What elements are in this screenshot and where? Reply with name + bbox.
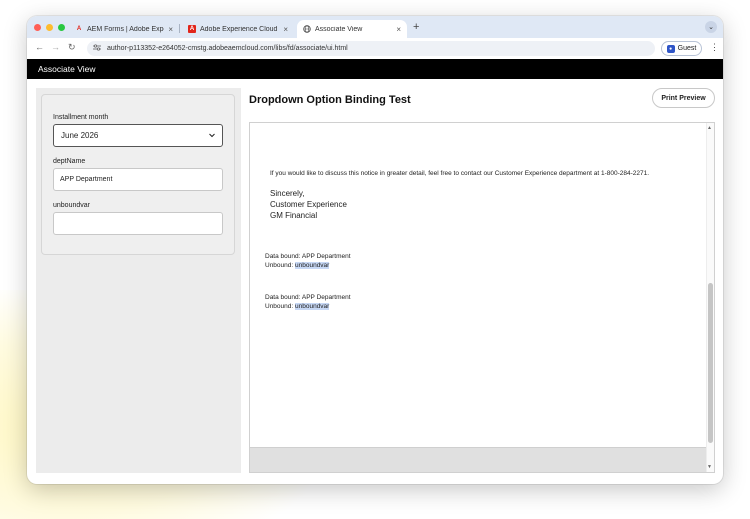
close-tab-icon[interactable]: × [396,25,401,34]
tab-title: Associate View [315,25,363,33]
unboundvar-input[interactable] [53,212,223,235]
close-tab-icon[interactable]: × [283,25,288,34]
data-bound-line-2: Data bound: APP Department [265,294,351,301]
document-title: Dropdown Option Binding Test [249,94,411,106]
contact-paragraph: If you would like to discuss this notice… [270,170,650,177]
close-tab-icon[interactable]: × [168,25,173,34]
signer-department: Customer Experience [270,200,347,209]
tab-title: AEM Forms | Adobe Experien [87,25,164,33]
unbound-value: unboundvar [295,303,330,310]
site-info-icon[interactable] [93,44,101,53]
tab-associate-view[interactable]: Associate View × [297,20,407,38]
data-bound-value: APP Department [301,253,351,260]
unbound-line-2: Unbound: unboundvar [265,303,330,310]
preview-scrollbar-thumb[interactable] [708,283,713,443]
tab-search-button[interactable]: ⌄ [705,21,717,33]
tab-separator [179,24,180,33]
unbound-prefix: Unbound: [265,303,295,310]
minimize-window-button[interactable] [46,24,53,31]
tab-adobe-experience-cloud[interactable]: A Adobe Experience Cloud × [182,20,294,38]
dept-name-input[interactable]: APP Department [53,168,223,191]
data-bound-prefix: Data bound: [265,253,302,260]
browser-toolbar: ← → ↻ author-p113352-e264052-cmstg.adobe… [27,38,723,59]
document-preview[interactable]: If you would like to discuss this notice… [249,122,715,473]
dept-name-value: APP Department [60,176,113,183]
unbound-value: unboundvar [295,262,330,269]
adobe-icon: A [76,26,82,32]
profile-button[interactable]: ● Guest [661,41,702,56]
installment-month-select[interactable]: June 2026 [53,124,223,147]
data-bound-prefix: Data bound: [265,294,302,301]
dept-name-label: deptName [53,158,86,165]
forward-icon[interactable]: → [51,42,60,52]
closing-text: Sincerely, [270,189,305,198]
scroll-up-icon[interactable]: ▲ [707,125,712,131]
browser-menu-icon[interactable]: ⋮ [710,43,719,52]
data-bound-line-1: Data bound: APP Department [265,253,351,260]
address-bar[interactable]: author-p113352-e264052-cmstg.adobeaemclo… [87,41,655,56]
scroll-down-icon[interactable]: ▼ [707,464,712,470]
back-icon[interactable]: ← [35,42,44,52]
reload-icon[interactable]: ↻ [68,42,76,53]
url-text: author-p113352-e264052-cmstg.adobeaemclo… [107,45,348,52]
profile-icon: ● [666,44,675,53]
installment-month-label: Installment month [53,114,109,121]
unboundvar-label: unboundvar [53,202,90,209]
signer-company: GM Financial [270,211,318,220]
app-header: Associate View [27,59,723,79]
profile-label: Guest [677,45,697,52]
chevron-down-icon [208,131,216,141]
new-tab-button[interactable]: + [413,21,419,33]
close-window-button[interactable] [34,24,41,31]
data-bound-value: APP Department [301,294,351,301]
preview-footer [250,447,708,472]
unbound-line-1: Unbound: unboundvar [265,262,330,269]
print-preview-button[interactable]: Print Preview [652,88,715,108]
browser-window: A AEM Forms | Adobe Experien × A Adobe E… [27,16,723,484]
adobe-icon: A [188,25,196,33]
app-title: Associate View [38,64,96,74]
window-controls [34,24,65,31]
tab-strip: A AEM Forms | Adobe Experien × A Adobe E… [27,16,723,38]
unbound-prefix: Unbound: [265,262,295,269]
globe-icon [303,25,311,33]
maximize-window-button[interactable] [58,24,65,31]
tab-title: Adobe Experience Cloud [200,25,278,33]
installment-month-value: June 2026 [61,131,99,140]
tab-aem-forms[interactable]: A AEM Forms | Adobe Experien × [69,20,179,38]
